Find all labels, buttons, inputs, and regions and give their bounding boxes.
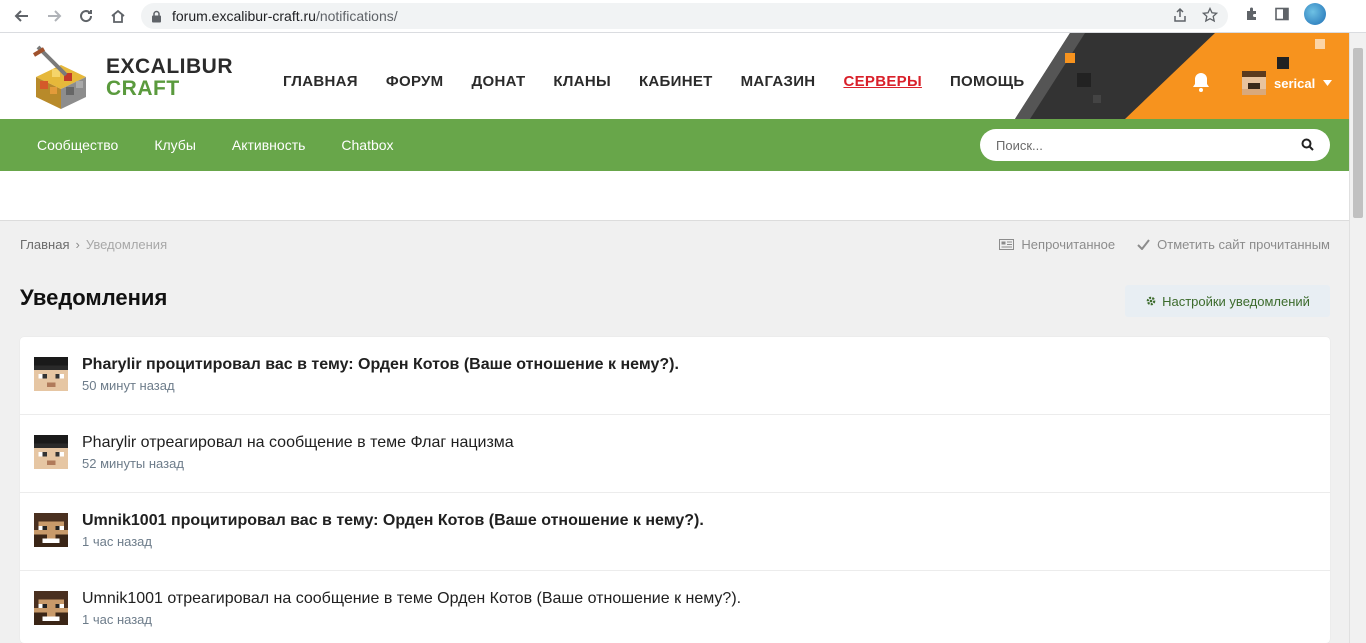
avatar xyxy=(34,357,68,391)
breadcrumb-home[interactable]: Главная xyxy=(20,237,69,252)
main-nav: ГЛАВНАЯ ФОРУМ ДОНАТ КЛАНЫ КАБИНЕТ МАГАЗИ… xyxy=(283,73,1052,90)
user-menu[interactable]: serical xyxy=(1242,71,1333,95)
logo-text-excalibur: EXCALIBUR xyxy=(106,55,234,78)
nav-pomoshch[interactable]: ПОМОЩЬ xyxy=(950,73,1024,90)
search-input[interactable] xyxy=(996,137,1286,153)
back-button[interactable] xyxy=(6,0,38,32)
notification-settings-button[interactable]: Настройки уведомлений xyxy=(1125,285,1330,317)
notification-item[interactable]: Umnik1001 отреагировал на сообщение в те… xyxy=(20,571,1330,643)
notification-item[interactable]: Pharylir отреагировал на сообщение в тем… xyxy=(20,415,1330,493)
notification-time: 1 час назад xyxy=(82,612,152,627)
home-button[interactable] xyxy=(102,0,134,32)
unread-link[interactable]: Непрочитанное xyxy=(999,237,1115,252)
site-header: EXCALIBUR CRAFT ГЛАВНАЯ ФОРУМ ДОНАТ КЛАН… xyxy=(0,33,1349,119)
nav-glavnaya[interactable]: ГЛАВНАЯ xyxy=(283,73,358,90)
site-logo[interactable]: EXCALIBUR CRAFT xyxy=(26,45,233,111)
subnav-aktivnost[interactable]: Активность xyxy=(232,137,306,153)
arrow-left-icon xyxy=(14,10,28,22)
nav-klany[interactable]: КЛАНЫ xyxy=(553,73,611,90)
breadcrumb-separator: › xyxy=(75,237,80,252)
notification-text[interactable]: Umnik1001 отреагировал на сообщение в те… xyxy=(82,590,741,608)
avatar xyxy=(34,435,68,469)
search-icon[interactable] xyxy=(1301,138,1314,154)
notification-time: 1 час назад xyxy=(82,534,152,549)
star-icon[interactable] xyxy=(1202,7,1218,23)
nav-kabinet[interactable]: КАБИНЕТ xyxy=(639,73,713,90)
avatar xyxy=(34,591,68,625)
notification-time: 50 минут назад xyxy=(82,378,175,393)
subnav-soobshchestvo[interactable]: Сообщество xyxy=(37,137,118,153)
forward-button[interactable] xyxy=(38,0,70,32)
reload-icon xyxy=(80,10,93,23)
subnav-chatbox[interactable]: Chatbox xyxy=(341,137,393,153)
page-scrollbar[interactable] xyxy=(1349,33,1366,643)
sub-nav: Сообщество Клубы Активность Chatbox xyxy=(0,119,1349,171)
notification-text[interactable]: Umnik1001 процитировал вас в тему: Орден… xyxy=(82,512,704,530)
nav-magazin[interactable]: МАГАЗИН xyxy=(741,73,816,90)
username: serical xyxy=(1274,75,1316,91)
breadcrumb: Главная › Уведомления xyxy=(20,237,167,252)
extensions-icon[interactable] xyxy=(1244,6,1260,22)
breadcrumb-actions: Непрочитанное Отметить сайт прочитанным xyxy=(999,237,1330,252)
notifications-bell-icon[interactable] xyxy=(1190,71,1212,98)
nav-servery[interactable]: СЕРВЕРЫ xyxy=(843,73,921,90)
arrow-right-icon xyxy=(48,10,62,22)
breadcrumb-current: Уведомления xyxy=(85,237,168,252)
url-host: forum.excalibur-craft.ru xyxy=(172,8,316,24)
user-avatar xyxy=(1242,71,1266,95)
notification-item[interactable]: Pharylir процитировал вас в тему: Орден … xyxy=(20,337,1330,415)
page-title: Уведомления xyxy=(20,285,168,310)
nav-forum[interactable]: ФОРУМ xyxy=(386,73,444,90)
share-icon[interactable] xyxy=(1172,7,1188,23)
logo-text-craft: CRAFT xyxy=(106,77,180,100)
mark-read-link[interactable]: Отметить сайт прочитанным xyxy=(1137,237,1330,252)
notification-text[interactable]: Pharylir отреагировал на сообщение в тем… xyxy=(82,434,514,452)
notification-settings-label: Настройки уведомлений xyxy=(1162,293,1310,309)
browser-profile-avatar[interactable] xyxy=(1304,3,1326,25)
logo-cube-icon xyxy=(26,45,96,111)
notification-time: 52 минуты назад xyxy=(82,456,184,471)
gear-icon xyxy=(1146,296,1156,306)
avatar xyxy=(34,513,68,547)
side-panel-icon[interactable] xyxy=(1274,6,1290,22)
mark-read-label: Отметить сайт прочитанным xyxy=(1157,237,1330,252)
lock-icon xyxy=(151,10,162,23)
url-path: /notifications/ xyxy=(315,8,398,24)
scrollbar-thumb[interactable] xyxy=(1353,48,1363,218)
search-box xyxy=(980,129,1330,161)
nav-donat[interactable]: ДОНАТ xyxy=(471,73,525,90)
check-icon xyxy=(1137,239,1150,250)
subnav-kluby[interactable]: Клубы xyxy=(154,137,196,153)
reload-button[interactable] xyxy=(70,0,102,32)
notification-item[interactable]: Umnik1001 процитировал вас в тему: Орден… xyxy=(20,493,1330,571)
notification-list: Pharylir процитировал вас в тему: Орден … xyxy=(20,337,1330,643)
address-bar[interactable]: forum.excalibur-craft.ru/notifications/ xyxy=(141,3,1228,29)
home-icon xyxy=(111,9,125,23)
chevron-down-icon xyxy=(1323,80,1333,86)
browser-toolbar: forum.excalibur-craft.ru/notifications/ xyxy=(0,0,1366,33)
newspaper-icon xyxy=(999,239,1015,250)
notification-text[interactable]: Pharylir процитировал вас в тему: Орден … xyxy=(82,356,679,374)
unread-label: Непрочитанное xyxy=(1021,237,1116,252)
banner-area xyxy=(0,171,1349,221)
